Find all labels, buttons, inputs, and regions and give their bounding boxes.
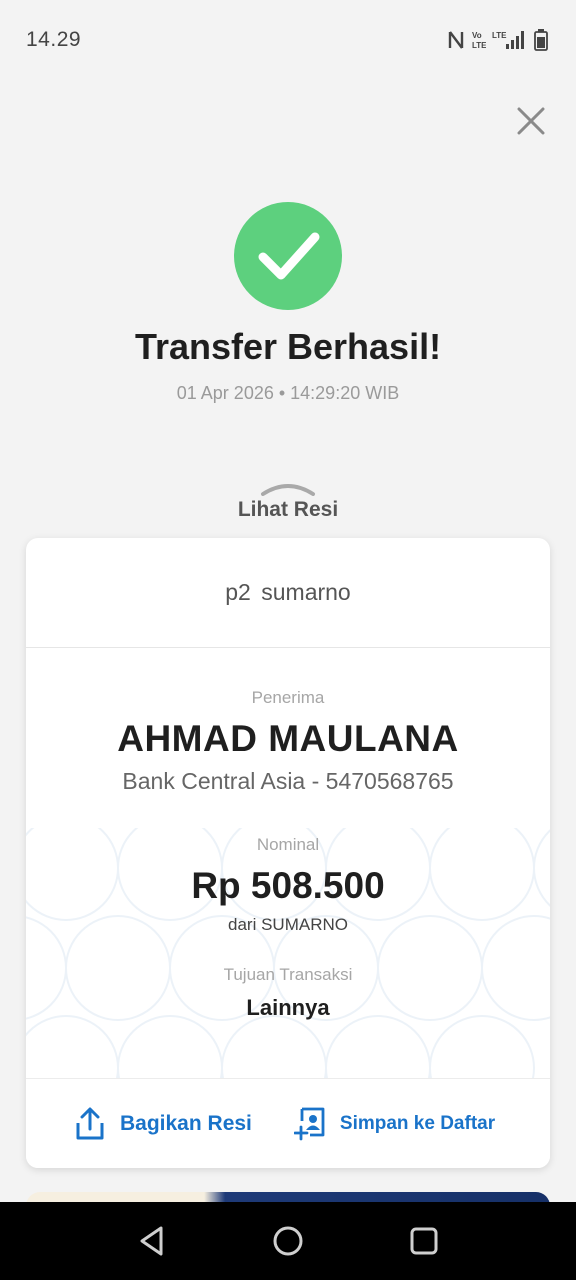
lte-icon: LTE xyxy=(492,31,524,49)
status-bar: 14.29 Vo LTE LTE xyxy=(0,0,576,80)
success-badge xyxy=(234,202,342,310)
back-button[interactable] xyxy=(132,1221,172,1261)
sender-name: dari SUMARNO xyxy=(228,915,348,934)
back-icon xyxy=(140,1226,163,1256)
share-receipt-button[interactable]: Bagikan Resi xyxy=(74,1107,252,1141)
svg-text:LTE: LTE xyxy=(492,31,507,40)
transaction-datetime: 01 Apr 2026 • 14:29:20 WIB xyxy=(176,383,400,403)
receipt-actions: Bagikan Resi Simpan ke Daftar xyxy=(26,1078,550,1168)
svg-text:LTE: LTE xyxy=(472,41,486,50)
purpose-label: Tujuan Transaksi xyxy=(223,965,353,984)
recipient-bank-account: Bank Central Asia - 5470568765 xyxy=(122,768,454,794)
save-to-list-label: Simpan ke Daftar xyxy=(339,1112,496,1134)
svg-text:Vo: Vo xyxy=(472,31,482,40)
receipt-header: p2 sumarno xyxy=(26,538,550,648)
volte-icon: Vo LTE xyxy=(472,31,486,50)
check-icon xyxy=(258,232,320,280)
recipient-name: AHMAD MAULANA xyxy=(117,718,459,759)
status-time: 14.29 xyxy=(26,28,82,51)
nfc-icon xyxy=(448,31,464,49)
view-receipt-toggle[interactable]: Lihat Resi xyxy=(0,480,576,522)
home-icon xyxy=(273,1226,303,1256)
transaction-purpose: Lainnya xyxy=(246,995,330,1020)
status-icons: Vo LTE LTE xyxy=(448,29,548,51)
amount-label: Nominal xyxy=(256,835,320,854)
close-icon xyxy=(517,107,545,135)
recipient-label: Penerima xyxy=(251,688,325,707)
receipt-body: Penerima AHMAD MAULANA Bank Central Asia… xyxy=(26,688,550,1021)
recents-button[interactable] xyxy=(404,1221,444,1261)
view-receipt-label: Lihat Resi xyxy=(237,498,339,521)
chevron-up-icon xyxy=(261,484,315,496)
transfer-amount: Rp 508.500 xyxy=(191,865,385,906)
save-to-list-button[interactable]: Simpan ke Daftar xyxy=(293,1107,496,1141)
receipt-card: p2 sumarno Penerima AHMAD MAULANA Bank C… xyxy=(26,538,550,1168)
page-title: Transfer Berhasil! xyxy=(134,326,442,367)
home-button[interactable] xyxy=(268,1221,308,1261)
battery-icon xyxy=(534,29,548,51)
recents-icon xyxy=(410,1227,438,1255)
share-icon xyxy=(76,1107,104,1139)
share-receipt-label: Bagikan Resi xyxy=(120,1111,252,1135)
add-contact-icon xyxy=(293,1107,325,1140)
navigation-bar xyxy=(0,1202,576,1280)
close-button[interactable] xyxy=(514,104,548,138)
